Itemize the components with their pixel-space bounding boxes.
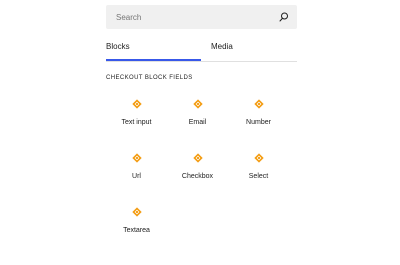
search-box: [106, 5, 297, 29]
block-inserter-panel: Blocks Media CHECKOUT BLOCK FIELDS Text …: [106, 5, 297, 234]
block-textarea[interactable]: Textarea: [106, 205, 167, 234]
block-number[interactable]: Number: [228, 97, 289, 126]
block-label: Email: [188, 119, 207, 126]
block-grid: Text input Email Number Url Checkbox Sel…: [106, 97, 297, 234]
block-field-icon: [253, 153, 264, 163]
block-checkbox[interactable]: Checkbox: [167, 151, 228, 180]
section-title: CHECKOUT BLOCK FIELDS: [106, 75, 193, 81]
block-field-icon: [192, 153, 203, 163]
block-field-icon: [131, 99, 142, 109]
block-field-icon: [192, 99, 203, 109]
search-icon[interactable]: [278, 11, 290, 23]
block-url[interactable]: Url: [106, 151, 167, 180]
inserter-tabs: Blocks Media: [106, 37, 297, 62]
block-field-icon: [131, 207, 142, 217]
block-label: Select: [248, 173, 269, 180]
block-label: Url: [132, 173, 141, 180]
block-label: Textarea: [123, 227, 150, 234]
block-select[interactable]: Select: [228, 151, 289, 180]
block-field-icon: [253, 99, 264, 109]
block-label: Checkbox: [181, 173, 214, 180]
tab-blocks[interactable]: Blocks: [106, 37, 201, 61]
block-label: Text input: [121, 119, 152, 126]
tab-media[interactable]: Media: [211, 37, 297, 61]
block-text-input[interactable]: Text input: [106, 97, 167, 126]
block-email[interactable]: Email: [167, 97, 228, 126]
block-label: Number: [246, 119, 271, 126]
block-field-icon: [131, 153, 142, 163]
search-input[interactable]: [116, 5, 276, 29]
